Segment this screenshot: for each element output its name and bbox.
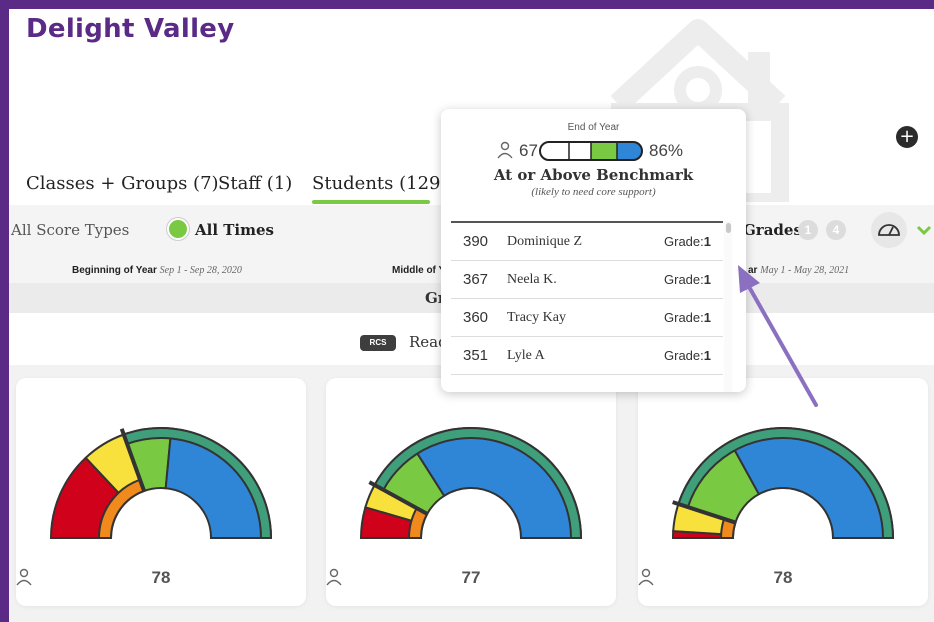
tab-active-indicator <box>312 200 430 204</box>
student-name[interactable]: Tracy Kay <box>507 310 566 326</box>
student-name[interactable]: Neela K. <box>507 272 557 288</box>
student-list: 390 Dominique Z Grade:1 367 Neela K. Gra… <box>451 221 723 375</box>
popup-title: At or Above Benchmark <box>493 166 694 184</box>
student-score: 351 <box>463 347 489 364</box>
card-count-value: 77 <box>461 568 481 587</box>
grade-chip-1[interactable]: 1 <box>798 220 818 240</box>
brand-frame-left <box>0 0 9 622</box>
student-row[interactable]: 367 Neela K. Grade:1 <box>451 261 723 299</box>
tab-classes-groups[interactable]: Classes + Groups (7) <box>26 173 219 194</box>
card-count-value: 78 <box>151 568 171 587</box>
student-grade: Grade:1 <box>664 234 711 249</box>
student-grade: Grade:1 <box>664 348 711 363</box>
student-grade: Grade:1 <box>664 272 711 287</box>
card-count-3: 78 <box>638 568 928 588</box>
popup-subtitle: (likely to need core support) <box>531 186 656 198</box>
benchmark-bar <box>539 141 643 161</box>
grade-label: Grade: <box>664 310 704 325</box>
period-beginning: Beginning of Year Sep 1 - Sep 28, 2020 <box>72 265 242 276</box>
rcs-badge: RCS <box>360 335 396 351</box>
card-count-2: 77 <box>326 568 616 588</box>
student-score: 367 <box>463 271 489 288</box>
person-icon <box>638 568 654 586</box>
student-name[interactable]: Dominique Z <box>507 234 582 250</box>
all-times-radio[interactable] <box>169 220 187 238</box>
grade-label: Grade: <box>664 348 704 363</box>
student-row[interactable]: 351 Lyle A Grade:1 <box>451 337 723 375</box>
grade-chip-4[interactable]: 4 <box>826 220 846 240</box>
popup-student-count: 67 <box>497 141 538 161</box>
grade-value: 1 <box>703 272 711 287</box>
grade-value: 1 <box>703 348 711 363</box>
benchmark-popup: End of Year 67 86% At or Above Benchmark… <box>441 109 746 392</box>
gauge-view-toggle[interactable] <box>871 212 907 248</box>
gauge-chart-2 <box>359 427 583 539</box>
grade-value: 1 <box>703 234 711 249</box>
card-count-value: 78 <box>773 568 793 587</box>
student-score: 390 <box>463 233 489 250</box>
score-types-filter[interactable]: All Score Types <box>11 221 129 239</box>
grade-label: Grade: <box>664 272 704 287</box>
grade-label: Grade: <box>664 234 704 249</box>
brand-frame-top <box>0 0 934 9</box>
period-middle-name: Middle of Y <box>392 265 446 276</box>
all-times-label[interactable]: All Times <box>195 221 274 239</box>
period-beginning-name: Beginning of Year <box>72 265 157 276</box>
chevron-down-icon[interactable] <box>914 220 934 240</box>
add-button[interactable]: + <box>896 126 918 148</box>
popup-percent: 86% <box>649 141 684 160</box>
person-icon <box>326 568 342 586</box>
grade-value: 1 <box>703 310 711 325</box>
student-row[interactable]: 390 Dominique Z Grade:1 <box>451 223 723 261</box>
grades-filter-label: Grades <box>743 221 802 239</box>
annotation-arrow-icon <box>738 265 818 407</box>
card-count-1: 78 <box>16 568 306 588</box>
student-score: 360 <box>463 309 489 326</box>
student-row[interactable]: 360 Tracy Kay Grade:1 <box>451 299 723 337</box>
period-beginning-range: Sep 1 - Sep 28, 2020 <box>159 265 242 276</box>
person-icon <box>497 141 513 159</box>
school-title: Delight Valley <box>26 14 235 44</box>
tab-staff[interactable]: Staff (1) <box>218 173 292 194</box>
gauge-card-1[interactable]: 78 <box>16 378 306 606</box>
student-name[interactable]: Lyle A <box>507 348 545 364</box>
list-scrollbar-thumb[interactable] <box>726 223 731 233</box>
period-middle: Middle of Y <box>392 265 445 276</box>
person-icon <box>16 568 32 586</box>
gauge-chart-1 <box>49 427 273 539</box>
gauge-icon <box>878 224 900 236</box>
popup-period: End of Year <box>567 122 620 133</box>
tab-students[interactable]: Students (129) <box>312 173 448 194</box>
popup-count-value: 67 <box>519 141 538 160</box>
student-grade: Grade:1 <box>664 310 711 325</box>
gauge-card-2[interactable]: 77 <box>326 378 616 606</box>
